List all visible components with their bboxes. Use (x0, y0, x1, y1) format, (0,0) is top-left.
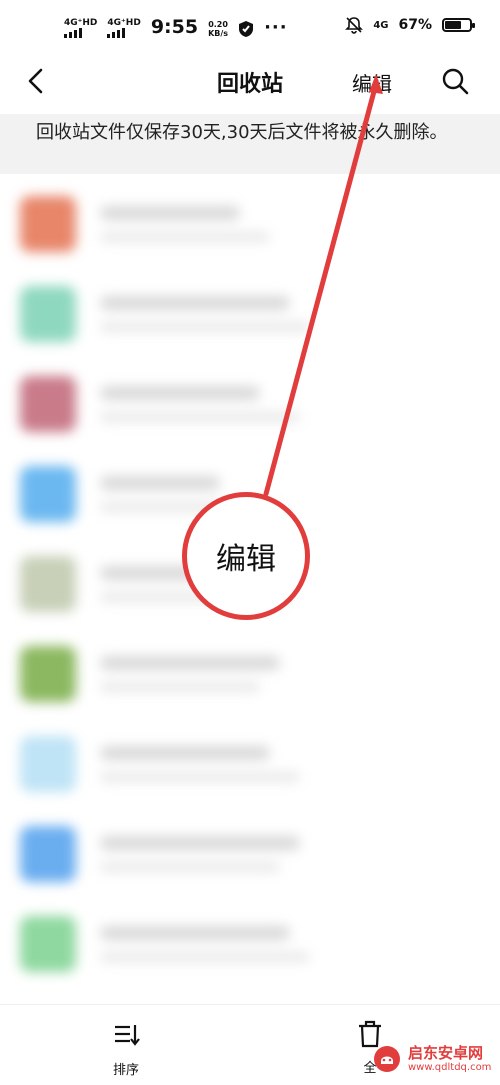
sort-label: 排序 (112, 1063, 139, 1078)
file-thumbnail (20, 916, 76, 972)
file-meta-placeholder (100, 322, 310, 332)
file-list-item[interactable] (0, 814, 500, 904)
file-meta-placeholder (100, 682, 260, 692)
file-name-placeholder (100, 656, 280, 670)
file-thumbnail (20, 556, 76, 612)
status-left: 4G⁺HD 4G⁺HD 9:55 0.20 KB/s ··· (64, 16, 288, 38)
watermark-logo-icon (374, 1046, 400, 1072)
battery-fill (445, 21, 461, 29)
status-bar: 4G⁺HD 4G⁺HD 9:55 0.20 KB/s ··· 4G 67% (0, 0, 500, 56)
sort-icon (115, 1025, 140, 1046)
network-label-1: 4G⁺HD (64, 18, 98, 28)
watermark: 启东安卓网 www.qdltdq.com (372, 1044, 491, 1074)
network-label-2: 4G⁺HD (107, 18, 141, 28)
file-list-item[interactable] (0, 634, 500, 724)
file-list-item[interactable] (0, 184, 500, 274)
file-thumbnail (20, 736, 76, 792)
network-indicator-1: 4G⁺HD (64, 18, 97, 38)
file-list-item[interactable] (0, 274, 500, 364)
file-meta-placeholder (100, 412, 300, 422)
file-name-placeholder (100, 296, 290, 310)
file-thumbnail (20, 646, 76, 702)
signal-bars-icon (107, 28, 126, 38)
file-meta-placeholder (100, 232, 270, 242)
file-name-placeholder (100, 746, 270, 760)
more-notifications-icon: ··· (264, 17, 288, 38)
file-thumbnail (20, 286, 76, 342)
top-bar: 回收站 编辑 (0, 56, 500, 112)
file-name-placeholder (100, 386, 260, 400)
watermark-url: www.qdltdq.com (408, 1061, 492, 1073)
speed-unit: KB/s (208, 29, 229, 38)
file-list-item[interactable] (0, 904, 500, 994)
speed-value: 0.20 (208, 20, 228, 29)
annotation-callout: 编辑 (182, 492, 310, 620)
network-speed: 0.20 KB/s (208, 20, 228, 38)
signal-bars-icon (64, 28, 82, 38)
retention-notice: 回收站文件仅保存30天,30天后文件将被永久删除。 (0, 114, 500, 174)
file-list-item[interactable] (0, 364, 500, 454)
shield-icon (239, 21, 254, 37)
file-name-placeholder (100, 926, 290, 940)
file-name-placeholder (100, 836, 300, 850)
file-thumbnail (20, 826, 76, 882)
file-name-placeholder (100, 206, 240, 220)
file-list-item[interactable] (0, 724, 500, 814)
battery-icon (442, 18, 475, 32)
file-meta-placeholder (100, 952, 310, 962)
page-title: 回收站 (216, 72, 283, 97)
file-thumbnail (20, 196, 76, 252)
file-thumbnail (20, 466, 76, 522)
status-right: 4G 67% (345, 16, 475, 34)
network-indicator-2: 4G⁺HD (107, 18, 141, 38)
watermark-text: 启东安卓网 www.qdltdq.com (408, 1043, 492, 1074)
clock: 9:55 (150, 16, 199, 38)
watermark-name: 启东安卓网 (408, 1043, 484, 1062)
sort-button[interactable]: 排序 (98, 1021, 154, 1078)
mute-bell-icon (345, 17, 364, 34)
file-meta-placeholder (100, 772, 300, 782)
file-meta-placeholder (100, 862, 280, 872)
search-icon[interactable] (440, 66, 470, 96)
battery-percent: 67% (398, 17, 432, 33)
file-thumbnail (20, 376, 76, 432)
file-name-placeholder (100, 476, 220, 490)
network-label-3: 4G (373, 19, 389, 31)
edit-button[interactable]: 编辑 (352, 68, 392, 97)
